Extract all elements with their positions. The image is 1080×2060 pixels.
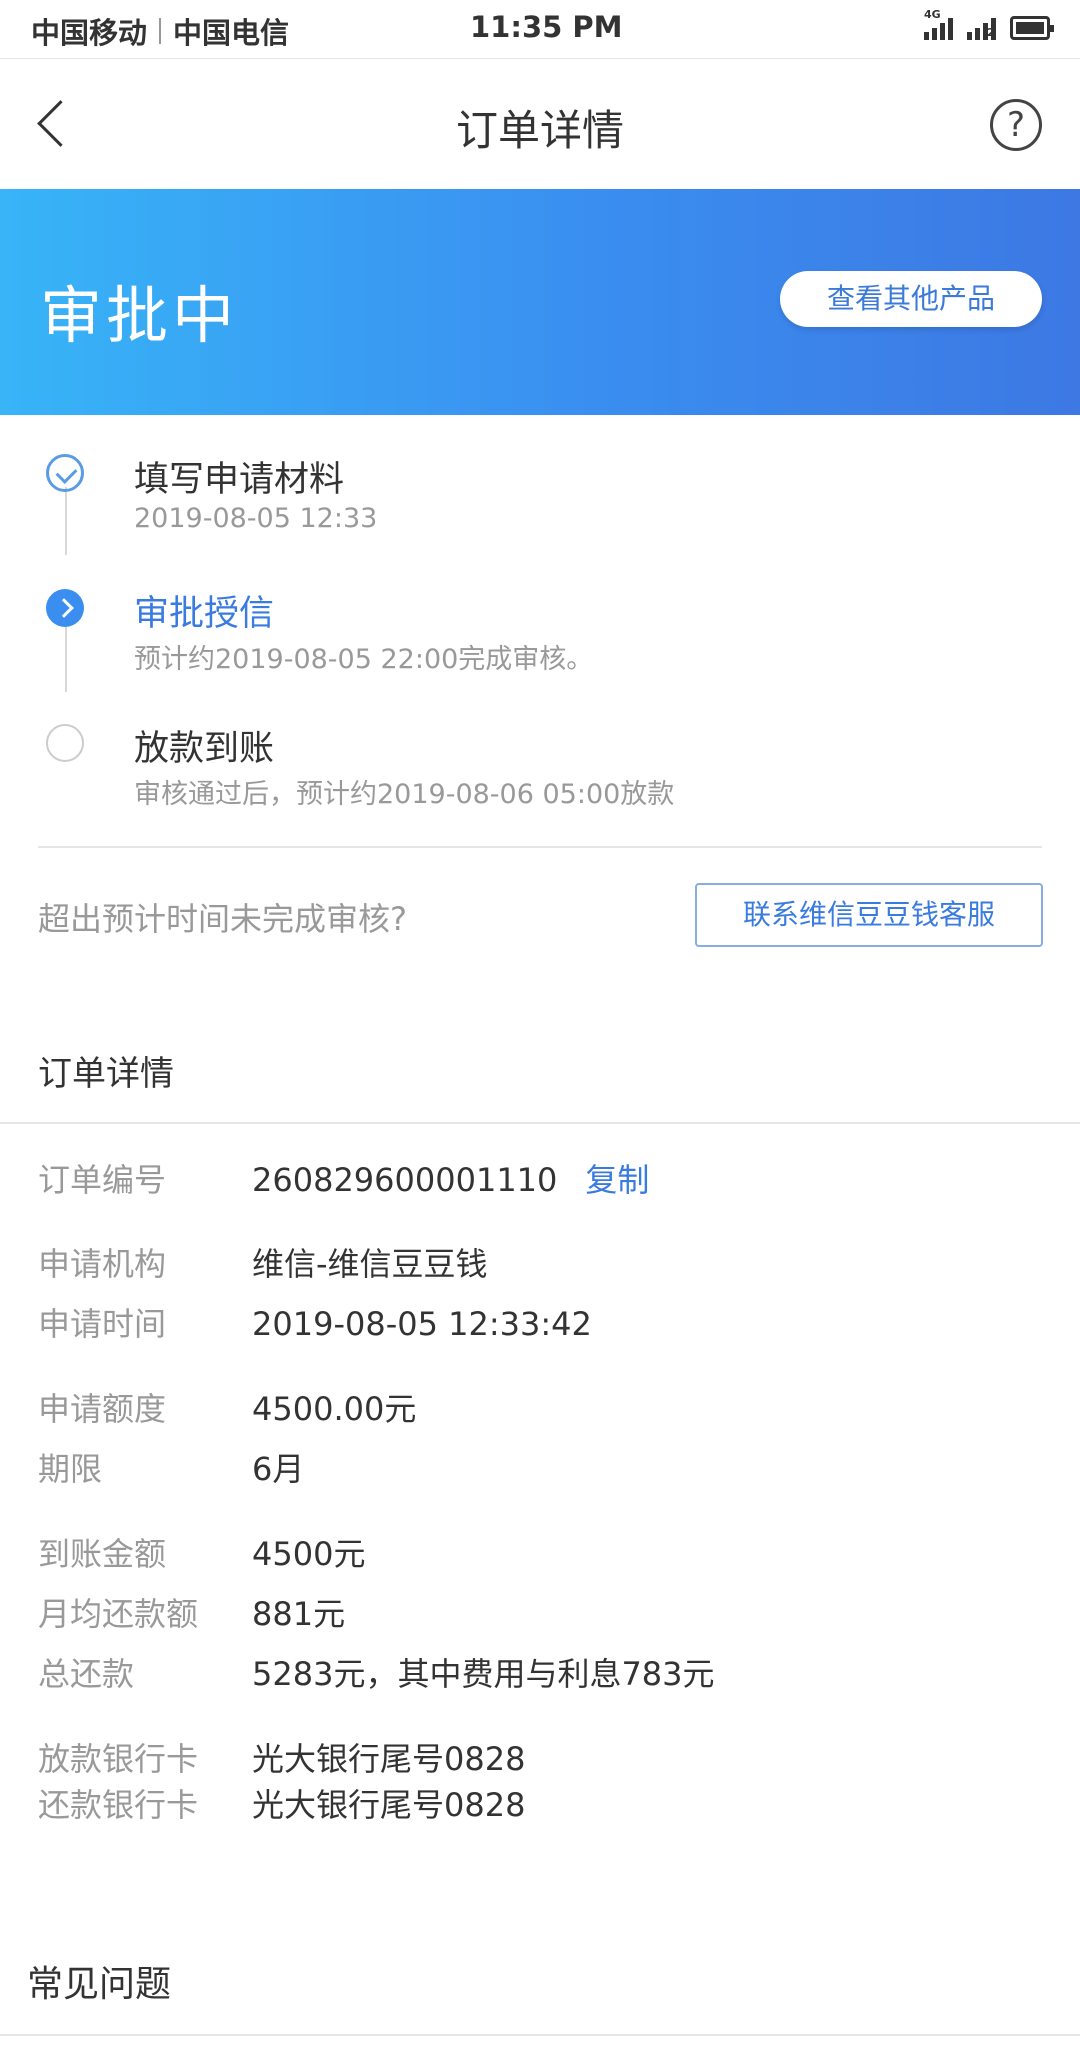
row-label: 到账金额 [38, 1535, 167, 1573]
contact-service-button[interactable]: 联系维信豆豆钱客服 [695, 883, 1043, 947]
check-circle-icon [46, 454, 84, 492]
institution-row: 申请机构 维信-维信豆豆钱 [38, 1239, 488, 1285]
carrier-separator [159, 18, 162, 44]
row-label: 还款银行卡 [38, 1786, 199, 1824]
page-title: 订单详情 [455, 106, 624, 155]
status-banner: 审批中 查看其他产品 [0, 189, 1080, 415]
carrier-1: 中国移动 [31, 16, 148, 50]
help-icon[interactable]: ? [990, 99, 1042, 151]
view-other-products-button[interactable]: 查看其他产品 [780, 271, 1042, 327]
step-title: 填写申请材料 [134, 460, 345, 500]
apply-amount-row: 申请额度 4500.00元 [38, 1384, 416, 1430]
step-connector [65, 622, 67, 692]
divider [0, 1122, 1080, 1124]
divider [0, 2034, 1080, 2036]
divider [38, 846, 1042, 848]
row-value: 光大银行尾号0828 [252, 1740, 526, 1778]
row-value: 5283元，其中费用与利息783元 [252, 1655, 715, 1693]
row-value: 881元 [252, 1595, 346, 1633]
received-amount-row: 到账金额 4500元 [38, 1529, 365, 1575]
row-label: 放款银行卡 [38, 1740, 199, 1778]
faq-title: 常见问题 [27, 1964, 172, 2005]
status-icons: 4G 2 [924, 8, 1054, 40]
approval-status-title: 审批中 [40, 279, 239, 352]
chevron-right-circle-icon [46, 589, 84, 627]
row-value: 维信-维信豆豆钱 [252, 1245, 488, 1283]
signal-icon: 2 [967, 14, 996, 40]
carrier-2: 中国电信 [173, 16, 290, 50]
clock: 11:35 PM [470, 10, 623, 44]
battery-icon [1010, 16, 1054, 40]
row-label: 月均还款额 [38, 1595, 199, 1633]
order-details-title: 订单详情 [38, 1054, 174, 1094]
row-value: 4500.00元 [252, 1390, 417, 1428]
step-subtitle: 审核通过后，预计约2019-08-06 05:00放款 [134, 779, 675, 810]
progress-steps: 填写申请材料 2019-08-05 12:33 审批授信 预计约2019-08-… [0, 415, 1080, 855]
row-label: 总还款 [38, 1655, 135, 1693]
overtime-question: 超出预计时间未完成审核? [38, 900, 407, 938]
status-bar: 中国移动 中国电信 11:35 PM 4G 2 [0, 0, 1080, 59]
step-title: 放款到账 [134, 729, 275, 769]
step-connector [65, 487, 67, 555]
loan-card-row: 放款银行卡 光大银行尾号0828 [38, 1734, 525, 1780]
row-label: 订单编号 [38, 1161, 167, 1199]
apply-time-row: 申请时间 2019-08-05 12:33:42 [38, 1299, 592, 1345]
row-label: 申请时间 [38, 1305, 167, 1343]
repay-card-row: 还款银行卡 光大银行尾号0828 [38, 1780, 525, 1826]
row-value: 光大银行尾号0828 [252, 1786, 526, 1824]
monthly-repayment-row: 月均还款额 881元 [38, 1589, 345, 1635]
carrier-info: 中国移动 中国电信 [31, 10, 289, 52]
order-number-row: 订单编号 260829600001110 复制 [38, 1155, 649, 1201]
term-row: 期限 6月 [38, 1444, 304, 1490]
step-title: 审批授信 [134, 594, 275, 634]
row-label: 申请机构 [38, 1245, 167, 1283]
step-subtitle: 预计约2019-08-05 22:00完成审核。 [134, 644, 594, 675]
row-label: 申请额度 [38, 1390, 167, 1428]
order-number-value: 260829600001110 [252, 1161, 558, 1199]
row-value: 4500元 [252, 1535, 366, 1573]
step-subtitle: 2019-08-05 12:33 [134, 503, 378, 534]
copy-button[interactable]: 复制 [585, 1155, 649, 1201]
row-value: 2019-08-05 12:33:42 [252, 1305, 592, 1343]
total-repayment-row: 总还款 5283元，其中费用与利息783元 [38, 1649, 715, 1695]
empty-circle-icon [46, 724, 84, 762]
signal-4g-icon: 4G [924, 8, 953, 40]
nav-bar: 订单详情 ? [0, 59, 1080, 189]
row-value: 6月 [252, 1450, 305, 1488]
row-label: 期限 [38, 1450, 103, 1488]
